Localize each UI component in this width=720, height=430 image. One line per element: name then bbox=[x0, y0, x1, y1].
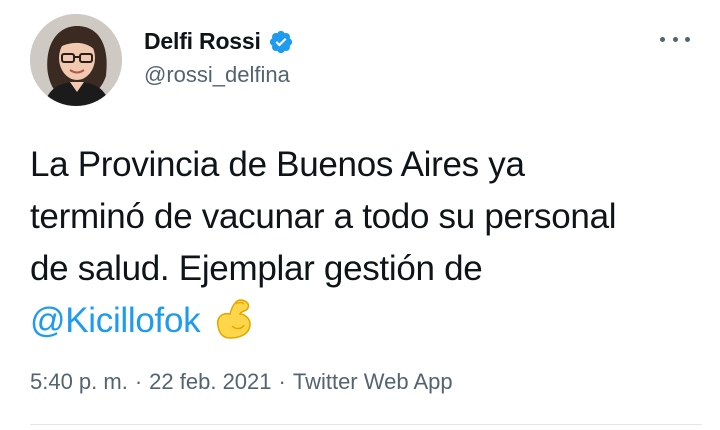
verified-badge-icon bbox=[268, 29, 294, 55]
dot bbox=[685, 36, 690, 42]
more-options-icon[interactable] bbox=[654, 26, 696, 52]
tweet-source[interactable]: Twitter Web App bbox=[293, 369, 453, 394]
divider bbox=[30, 424, 702, 425]
avatar-photo-icon bbox=[30, 14, 122, 106]
tweet-text-line: La Provincia de Buenos Aires ya bbox=[30, 145, 525, 184]
user-handle[interactable]: @rossi_delfina bbox=[144, 62, 290, 88]
display-name[interactable]: Delfi Rossi bbox=[144, 28, 261, 55]
tweet-time[interactable]: 5:40 p. m. bbox=[30, 369, 128, 394]
user-name-row: Delfi Rossi bbox=[144, 28, 294, 55]
tweet-text: La Provincia de Buenos Aires ya terminó … bbox=[30, 139, 702, 347]
dot bbox=[672, 36, 678, 42]
dot bbox=[660, 36, 665, 42]
tweet-date[interactable]: 22 feb. 2021 bbox=[149, 369, 271, 394]
tweet-text-line: terminó de vacunar a todo su personal bbox=[30, 197, 617, 236]
separator: · bbox=[278, 369, 286, 394]
flexed-biceps-emoji-icon bbox=[210, 296, 260, 342]
separator: · bbox=[134, 369, 143, 394]
tweet-card: Delfi Rossi @rossi_delfina La Provincia … bbox=[0, 0, 720, 430]
tweet-metadata: 5:40 p. m. · 22 feb. 2021 · Twitter Web App bbox=[30, 369, 453, 395]
mention-link[interactable]: @Kicillofok bbox=[30, 301, 201, 340]
tweet-text-line: @Kicillofok bbox=[30, 295, 702, 347]
avatar[interactable] bbox=[30, 14, 122, 106]
tweet-text-line: de salud. Ejemplar gestión de bbox=[30, 249, 483, 288]
